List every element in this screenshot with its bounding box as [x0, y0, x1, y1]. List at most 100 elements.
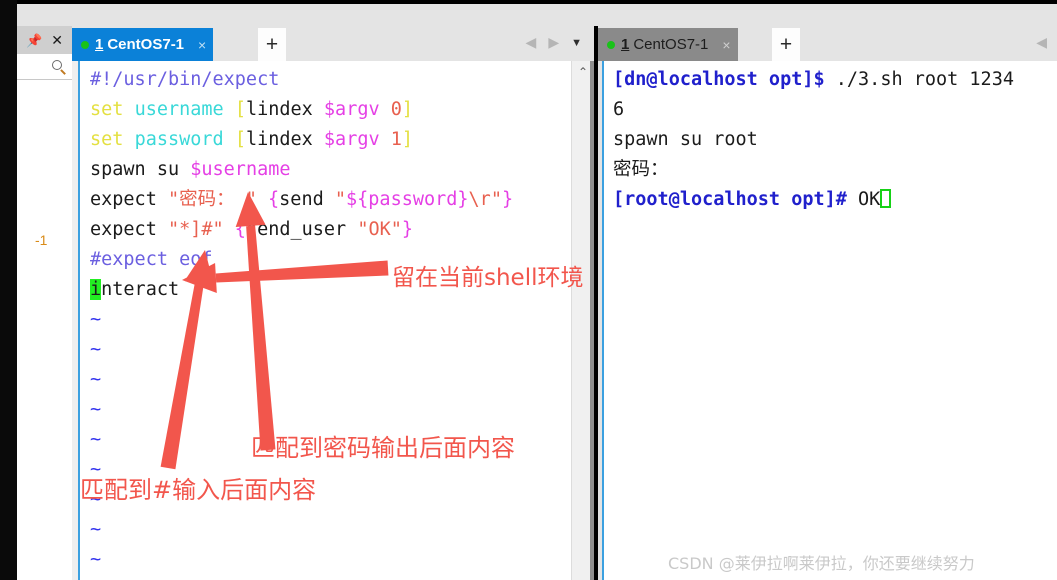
window-titlebar [17, 4, 1057, 26]
code-token: "密码： " [167, 189, 269, 210]
code-token: ~ [90, 519, 102, 540]
code-token: ${password} [346, 189, 469, 210]
code-line: ~ [90, 545, 513, 575]
left-tabbar: 1 CentOS7-1 × + ◀ ▶ ▼ [72, 26, 594, 61]
code-token: set [90, 99, 135, 120]
code-line: [dn@localhost opt]$ ./3.sh root 1234 [613, 65, 1014, 95]
tab-number: 1 [621, 36, 630, 53]
code-token: { [268, 189, 280, 210]
code-token: nteract [101, 279, 180, 300]
terminal-cursor [880, 189, 892, 208]
sidebar-panel: -1 [17, 80, 73, 580]
left-tab-nav: ◀ ▶ ▼ [526, 34, 582, 51]
sidebar-partial-label: -1 [35, 232, 48, 248]
code-line: set password [lindex $argv 1] [90, 125, 513, 155]
code-token: expect [90, 189, 168, 210]
code-token: ./3.sh root 1234 [824, 69, 1014, 90]
code-token: ] [401, 129, 414, 150]
code-token: ] [401, 99, 414, 120]
tab-number: 1 [95, 36, 104, 53]
code-token: ~ [90, 309, 102, 330]
code-token: spawn su [90, 159, 191, 180]
code-line: ~ [90, 335, 513, 365]
tab-status-dot-icon [607, 40, 615, 49]
code-token: send_user [245, 219, 358, 240]
code-line: spawn su root [613, 125, 1014, 155]
code-token: 密码： [613, 159, 669, 180]
code-line: 6 [613, 95, 1014, 125]
search-icon[interactable] [52, 59, 66, 75]
code-token: [root@localhost opt]# [613, 189, 847, 210]
code-token: " [334, 189, 347, 210]
code-line: ~ [90, 575, 513, 580]
code-token: #!/usr/bin/expect [90, 69, 280, 90]
code-token: ~ [90, 549, 102, 570]
tab-centos7-1-left[interactable]: 1 CentOS7-1 × [72, 28, 214, 61]
right-tabbar: 1 CentOS7-1 × + ◀ [598, 26, 1057, 61]
tab-label: CentOS7-1 [633, 36, 709, 53]
chevron-right-icon[interactable]: ▶ [548, 34, 559, 51]
tab-close-icon[interactable]: × [198, 37, 206, 53]
code-token: OK [846, 189, 881, 210]
code-line: ~ [90, 305, 513, 335]
code-token: 6 [613, 99, 625, 120]
code-token: $argv [323, 129, 391, 150]
code-token: 0 [390, 99, 402, 120]
code-line: #!/usr/bin/expect [90, 65, 513, 95]
left-pane-divider [590, 61, 594, 580]
annotation-label: 匹配到#输入后面内容 [80, 476, 317, 504]
code-token: ~ [90, 369, 102, 390]
code-token: lindex [245, 129, 324, 150]
code-line: set username [lindex $argv 0] [90, 95, 513, 125]
tab-status-dot-icon [81, 40, 89, 49]
new-tab-button[interactable]: + [772, 28, 800, 61]
code-token: lindex [245, 99, 324, 120]
new-tab-button[interactable]: + [258, 28, 286, 61]
code-token: [dn@localhost opt]$ [613, 69, 825, 90]
code-token: password [134, 129, 235, 150]
code-token: spawn su root [613, 129, 758, 150]
code-line: [root@localhost opt]# OK [613, 185, 1014, 215]
code-token: ~ [90, 399, 102, 420]
code-token: [ [234, 129, 246, 150]
code-token: "OK" [357, 219, 402, 240]
sidebar-search-bar[interactable] [17, 54, 72, 80]
annotation-label: 留在当前shell环境 [392, 265, 584, 291]
code-token: } [501, 189, 514, 210]
code-token: expect [90, 219, 168, 240]
code-line: ~ [90, 395, 513, 425]
code-line: ~ [90, 515, 513, 545]
chevron-left-icon[interactable]: ◀ [526, 34, 537, 51]
code-token: username [134, 99, 235, 120]
screenshot-root: 📌 ✕ -1 1 CentOS7-1 × + ◀ ▶ ▼ #!/usr/bin/… [0, 0, 1057, 580]
right-tab-nav: ◀ [1036, 34, 1047, 51]
chevron-down-icon[interactable]: ▼ [571, 37, 582, 49]
tab-centos7-1-right[interactable]: 1 CentOS7-1 × [598, 28, 738, 61]
code-token: #expect eof [90, 249, 213, 270]
code-line: 密码： [613, 155, 1014, 185]
tab-close-icon[interactable]: × [722, 37, 730, 53]
chevron-left-icon[interactable]: ◀ [1036, 34, 1047, 51]
pin-icon[interactable]: 📌 [26, 34, 42, 47]
window-left-border [0, 0, 17, 580]
terminal-code-content: [dn@localhost opt]$ ./3.sh root 1234 6 spa… [613, 65, 1014, 215]
terminal-output[interactable]: [dn@localhost opt]$ ./3.sh root 1234 6 spa… [602, 61, 1057, 580]
code-token: i [90, 279, 102, 300]
code-token: 1 [390, 129, 402, 150]
close-icon[interactable]: ✕ [51, 33, 63, 47]
code-token: "*]#" [167, 219, 235, 240]
code-token: \r" [468, 189, 502, 210]
code-token: } [401, 219, 414, 240]
right-pane: 1 CentOS7-1 × + ◀ [dn@localhost opt]$ ./… [598, 26, 1057, 580]
code-line: ~ [90, 365, 513, 395]
code-line: spawn su $username [90, 155, 513, 185]
code-token: ~ [90, 429, 102, 450]
code-token: { [234, 219, 246, 240]
annotation-label: 匹配到密码输出后面内容 [251, 434, 515, 462]
code-token: $username [190, 159, 291, 180]
code-line: expect "*]#" {send_user "OK"} [90, 215, 513, 245]
code-token: set [90, 129, 135, 150]
code-line: expect "密码： " {send "${password}\r"} [90, 185, 513, 215]
watermark: CSDN @莱伊拉啊莱伊拉，你还要继续努力 [668, 554, 975, 573]
code-token: ~ [90, 339, 102, 360]
